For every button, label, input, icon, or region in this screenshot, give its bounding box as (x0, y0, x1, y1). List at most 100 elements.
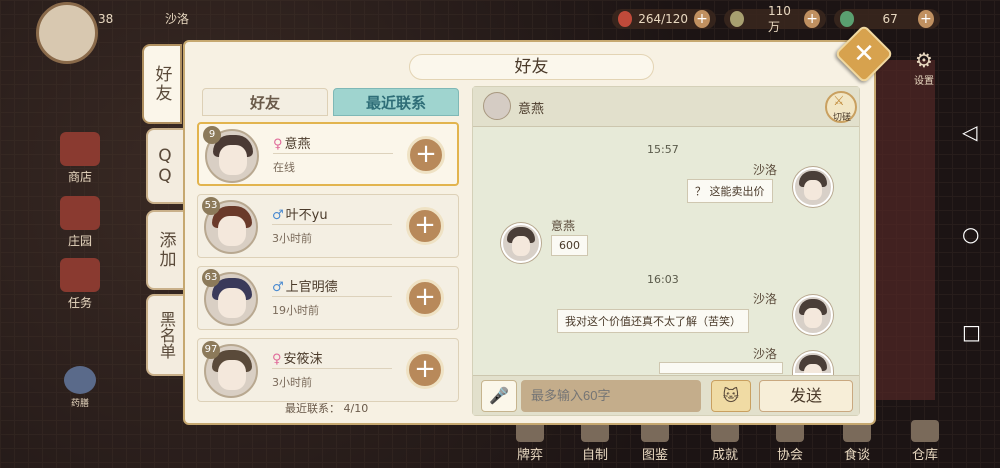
contact-card[interactable]: 9 ♀ 意燕 在线 + (197, 122, 459, 186)
message-bubble (659, 362, 783, 374)
resource-value: 110万 (767, 3, 791, 34)
message-bubble: ？ 这能卖出价 (687, 179, 773, 203)
recent-count: 最近联系： 4/10 (285, 402, 369, 415)
home-icon[interactable]: ○ (962, 222, 979, 246)
side-tab-blacklist[interactable]: 黑名单 (146, 294, 186, 376)
dialog-title: 好友 (409, 54, 654, 80)
tab-friends[interactable]: 好友 (202, 88, 328, 116)
menu-medicine[interactable]: 药膳 (55, 366, 105, 409)
player-avatar[interactable] (36, 2, 98, 64)
contact-name: ♂ 叶不yu (272, 208, 328, 223)
chat-timestamp: 15:57 (647, 143, 679, 156)
warehouse-icon (911, 420, 939, 442)
back-icon[interactable]: ◁ (962, 120, 977, 144)
female-icon: ♀ (272, 352, 282, 367)
settings-button[interactable]: ⚙ 设置 (906, 48, 942, 87)
contact-status: 在线 (273, 161, 295, 174)
contact-level: 63 (202, 269, 220, 287)
contact-status: 3小时前 (272, 376, 312, 389)
add-coin-button[interactable]: + (917, 10, 934, 28)
message-bubble: 600 (551, 235, 588, 256)
resource-stamina: 264/120 + (612, 9, 716, 29)
add-friend-button[interactable]: + (406, 279, 444, 317)
divider (272, 296, 392, 297)
meat-icon (618, 11, 633, 27)
gear-icon: ⚙ (915, 48, 933, 72)
player-level: 38 (98, 12, 114, 26)
swords-icon: ⚔ (833, 94, 845, 109)
chat-header: 意燕 ⚔ 切磋 (473, 87, 859, 127)
menu-task[interactable]: 任务 (55, 258, 105, 311)
message-sender: 沙洛 (753, 347, 778, 361)
male-icon: ♂ (272, 280, 284, 295)
chat-pane: 意燕 ⚔ 切磋 15:57 沙洛 ？ 这能卖出价 意燕 600 16:03 沙洛… (472, 86, 860, 416)
voice-input-button[interactable]: 🎤 (481, 380, 517, 412)
contact-status: 3小时前 (272, 232, 312, 245)
contact-level: 53 (202, 197, 220, 215)
bottom-food[interactable]: 食谈 (832, 420, 882, 463)
message-input[interactable] (521, 380, 701, 412)
bottom-guild[interactable]: 协会 (765, 420, 815, 463)
resource-value: 67 (882, 12, 898, 26)
task-icon (60, 258, 100, 292)
add-friend-button[interactable]: + (406, 207, 444, 245)
coin-icon (840, 11, 855, 27)
background-decoration (875, 60, 935, 400)
tab-recent-contacts[interactable]: 最近联系 (333, 88, 459, 116)
medicine-icon (64, 366, 96, 394)
bottom-craft[interactable]: 自制 (570, 420, 620, 463)
divider (272, 224, 392, 225)
menu-shop[interactable]: 商店 (55, 132, 105, 185)
add-friend-button[interactable]: + (407, 136, 445, 174)
contact-card[interactable]: 63 ♂ 上官明德 19小时前 + (197, 266, 459, 330)
message-sender: 沙洛 (753, 163, 778, 177)
chat-timestamp: 16:03 (647, 273, 679, 286)
spar-button[interactable]: ⚔ 切磋 (825, 91, 857, 123)
resource-coin: 67 + (834, 9, 940, 29)
manor-icon (60, 196, 100, 230)
bottom-warehouse[interactable]: 仓库 (900, 420, 950, 463)
message-avatar (793, 351, 833, 375)
female-icon: ♀ (273, 137, 283, 152)
contact-status: 19小时前 (272, 304, 319, 317)
male-icon: ♂ (272, 208, 284, 223)
chat-partner-avatar[interactable] (483, 92, 511, 120)
message-bubble: 我对这个价值还真不太了解（苦笑） (557, 309, 749, 333)
message-avatar (793, 295, 833, 335)
message-avatar (501, 223, 541, 263)
bottom-atlas[interactable]: 图鉴 (630, 420, 680, 463)
emoji-button[interactable]: 🐱 (711, 380, 751, 412)
add-stamina-button[interactable]: + (694, 10, 710, 28)
bottom-cards[interactable]: 牌弈 (505, 420, 555, 463)
divider (272, 368, 392, 369)
message-sender: 意燕 (551, 219, 576, 233)
message-sender: 沙洛 (753, 292, 778, 306)
contact-level: 97 (202, 341, 220, 359)
microphone-icon: 🎤 (489, 386, 509, 405)
side-tab-friends[interactable]: 好友 (142, 44, 182, 124)
cat-face-icon: 🐱 (722, 386, 740, 405)
contact-card[interactable]: 97 ♀ 安筱沫 3小时前 + (197, 338, 459, 402)
add-friend-button[interactable]: + (406, 351, 444, 389)
add-leaf-button[interactable]: + (804, 10, 820, 28)
chat-partner-name: 意燕 (518, 102, 545, 117)
leaf-icon (730, 11, 744, 27)
player-name: 沙洛 (165, 12, 190, 26)
side-tab-add[interactable]: 添加 (146, 210, 186, 290)
bottom-achievement[interactable]: 成就 (700, 420, 750, 463)
close-icon: ✕ (853, 39, 875, 69)
menu-manor[interactable]: 庄园 (55, 196, 105, 249)
contact-name: ♀ 意燕 (273, 137, 311, 152)
contact-level: 9 (203, 126, 221, 144)
message-avatar (793, 167, 833, 207)
shop-icon (60, 132, 100, 166)
resource-value: 264/120 (638, 12, 689, 26)
side-tab-qq[interactable]: QQ (146, 128, 186, 204)
contact-name: ♂ 上官明德 (272, 280, 338, 295)
contact-card[interactable]: 53 ♂ 叶不yu 3小时前 + (197, 194, 459, 258)
recents-icon[interactable]: □ (962, 320, 981, 344)
divider (273, 153, 393, 154)
chat-input-bar: 🎤 🐱 发送 (473, 375, 859, 415)
send-button[interactable]: 发送 (759, 380, 853, 412)
resource-leaf: 110万 + (724, 4, 826, 34)
